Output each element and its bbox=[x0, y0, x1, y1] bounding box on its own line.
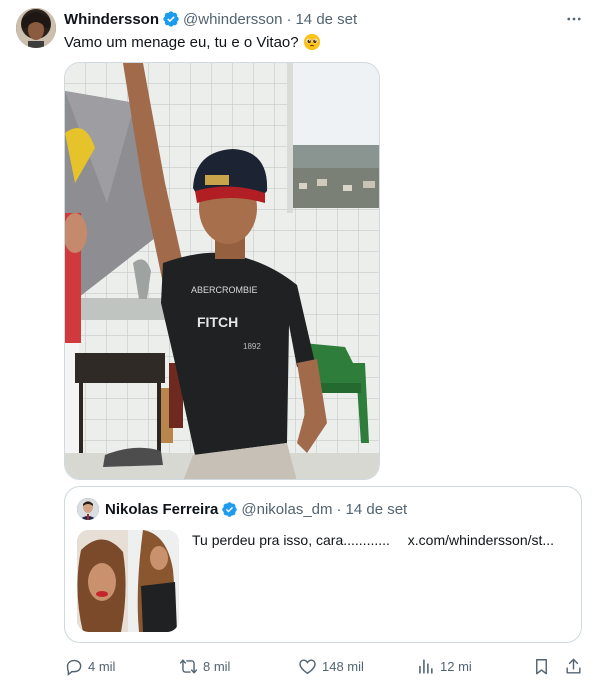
tweet-action-bar: 4 mil 8 mil 148 mil 12 mi bbox=[64, 654, 586, 678]
header-separator: · bbox=[286, 10, 292, 28]
retweet-button[interactable]: 8 mil bbox=[179, 654, 230, 678]
bookmark-button[interactable] bbox=[532, 654, 551, 678]
reply-icon bbox=[66, 659, 82, 676]
quoted-tweet-date[interactable]: 14 de set bbox=[346, 501, 408, 518]
like-button[interactable]: 148 mil bbox=[298, 654, 364, 678]
retweet-count: 8 mil bbox=[203, 658, 231, 674]
views-chart-icon bbox=[419, 658, 433, 674]
quoted-tweet-text: Tu perdeu pra isso, cara............ x.c… bbox=[192, 532, 554, 548]
views-count: 12 mi bbox=[440, 658, 472, 674]
quoted-author-name[interactable]: Nikolas Ferreira bbox=[105, 501, 218, 518]
quoted-tweet-thumbnail[interactable] bbox=[77, 530, 179, 632]
shirt-print-line-3: 1892 bbox=[243, 342, 261, 351]
quoted-header-separator: · bbox=[336, 500, 342, 518]
author-handle[interactable]: @whindersson bbox=[183, 11, 282, 28]
tweet-header: Whindersson @whindersson · 14 de set bbox=[64, 9, 562, 29]
reply-count: 4 mil bbox=[88, 658, 116, 674]
author-avatar[interactable] bbox=[16, 8, 56, 48]
more-options-icon[interactable] bbox=[564, 9, 584, 29]
views-button[interactable]: 12 mi bbox=[416, 654, 472, 678]
retweet-icon bbox=[179, 658, 198, 674]
share-icon bbox=[566, 658, 581, 674]
shirt-print-line-2: FITCH bbox=[197, 314, 238, 330]
bookmark-icon bbox=[536, 658, 547, 674]
tweet-text: Vamo um menage eu, tu e o Vitao? bbox=[64, 33, 321, 51]
reply-button[interactable]: 4 mil bbox=[64, 654, 115, 678]
tweet[interactable]: Whindersson @whindersson · 14 de set Vam… bbox=[0, 0, 602, 684]
like-count: 148 mil bbox=[322, 658, 364, 674]
quoted-tweet[interactable]: Nikolas Ferreira @nikolas_dm · 14 de set bbox=[64, 486, 582, 643]
tweet-text-content: Vamo um menage eu, tu e o Vitao? bbox=[64, 33, 299, 51]
pleading-face-emoji-icon bbox=[303, 33, 321, 51]
quoted-tweet-text-content: Tu perdeu pra isso, cara............ bbox=[192, 532, 390, 548]
quoted-tweet-header: Nikolas Ferreira @nikolas_dm · 14 de set bbox=[105, 500, 407, 518]
author-name[interactable]: Whindersson bbox=[64, 11, 159, 28]
share-button[interactable] bbox=[564, 654, 583, 678]
verified-badge-icon bbox=[162, 10, 180, 28]
verified-badge-icon bbox=[221, 501, 238, 518]
heart-icon bbox=[299, 658, 316, 674]
tweet-date[interactable]: 14 de set bbox=[295, 11, 357, 28]
tweet-photo[interactable]: ABERCROMBIE FITCH 1892 bbox=[64, 62, 380, 480]
quoted-author-avatar[interactable] bbox=[77, 498, 99, 520]
quoted-tweet-link[interactable]: x.com/whindersson/st... bbox=[408, 532, 554, 548]
quoted-author-handle[interactable]: @nikolas_dm bbox=[241, 501, 332, 518]
shirt-print-line-1: ABERCROMBIE bbox=[191, 285, 258, 295]
